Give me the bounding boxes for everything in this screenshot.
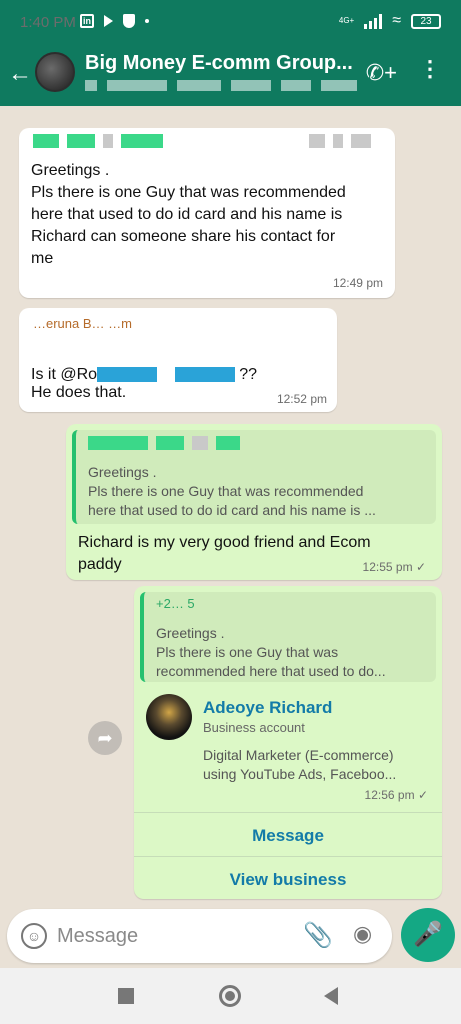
dot-icon — [145, 19, 149, 23]
message-time: 12:55 pm ✓ — [362, 560, 426, 574]
sent-tick-icon: ✓ — [417, 788, 428, 802]
status-time: 1:40 PM — [20, 14, 76, 31]
back-triangle-icon[interactable] — [324, 987, 338, 1005]
home-icon[interactable] — [219, 985, 241, 1007]
status-bar: 1:40 PM in 4G+ ≈ 23 — [0, 0, 461, 46]
sender-name: …eruna B… …m — [33, 316, 132, 331]
message-bubble[interactable]: Greetings . Pls there is one Guy that wa… — [19, 128, 395, 298]
message-time: 12:52 pm — [276, 392, 327, 406]
sender-redacted — [33, 134, 163, 148]
signal-icon — [364, 13, 383, 29]
contact-description: Digital Marketer (E-commerce) using YouT… — [203, 747, 397, 782]
forward-icon[interactable]: ➦ — [88, 721, 122, 755]
linkedin-icon: in — [80, 14, 94, 28]
quoted-message[interactable]: Greetings . Pls there is one Guy that wa… — [72, 430, 436, 524]
message-bubble-outgoing[interactable]: Greetings . Pls there is one Guy that wa… — [66, 424, 442, 580]
shield-icon — [123, 14, 135, 28]
network-type: 4G+ — [338, 16, 355, 25]
message-time: 12:49 pm — [332, 276, 383, 290]
wifi-icon: ≈ — [392, 12, 401, 29]
mic-button[interactable]: 🎤 — [401, 908, 455, 962]
view-business-button[interactable]: View business — [134, 870, 442, 890]
system-nav-bar — [0, 968, 461, 1024]
play-icon — [104, 15, 113, 27]
group-members-redacted[interactable] — [85, 80, 357, 91]
mention-redacted — [97, 367, 158, 383]
more-vert-icon[interactable]: ⋮ — [419, 56, 441, 82]
message-contact-button[interactable]: Message — [134, 826, 442, 846]
contact-name[interactable]: Adeoye Richard — [203, 698, 332, 718]
battery-icon: 23 — [411, 13, 441, 29]
message-input[interactable] — [57, 922, 287, 950]
recents-icon[interactable] — [118, 988, 134, 1004]
arrow-left-icon[interactable]: ← — [8, 60, 32, 88]
quoted-message[interactable]: +2… 5 Greetings . Pls there is one Guy t… — [140, 592, 436, 682]
mention-start: Is it @Ro — [31, 366, 98, 383]
contact-type: Business account — [203, 720, 305, 735]
battery-level: 23 — [420, 15, 432, 27]
chat-area[interactable]: Greetings . Pls there is one Guy that wa… — [0, 106, 461, 906]
chat-header: ← Big Money E-comm Group... ✆+ ⋮ — [0, 46, 461, 106]
group-avatar[interactable] — [35, 52, 75, 92]
add-call-icon[interactable]: ✆+ — [366, 60, 397, 86]
message-time: 12:56 pm ✓ — [364, 788, 428, 802]
contact-avatar[interactable] — [146, 694, 192, 740]
emoji-icon[interactable]: ☺ — [21, 923, 47, 949]
message-text: Greetings . Pls there is one Guy that wa… — [31, 162, 346, 267]
message-text-line2: He does that. — [31, 384, 127, 401]
quoted-sender: +2… 5 — [156, 596, 195, 611]
mic-icon: 🎤 — [413, 921, 443, 948]
camera-icon[interactable]: ◉ — [353, 921, 372, 947]
message-bubble-outgoing[interactable]: +2… 5 Greetings . Pls there is one Guy t… — [134, 586, 442, 899]
attach-icon[interactable]: 📎 — [303, 921, 333, 950]
sent-tick-icon: ✓ — [415, 560, 426, 574]
message-composer: ☺ 📎 ◉ — [7, 909, 392, 963]
message-bubble[interactable]: …eruna B… …m Is it @Ro ?? He does that. … — [19, 308, 337, 412]
group-title[interactable]: Big Money E-comm Group... — [85, 52, 353, 75]
